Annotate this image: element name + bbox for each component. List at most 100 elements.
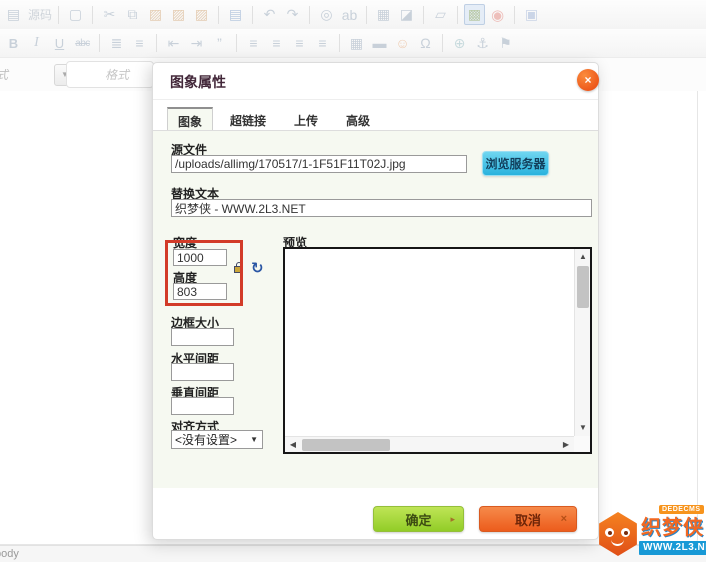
toolbar-separator: [442, 34, 443, 52]
scroll-down-icon[interactable]: ▼: [575, 420, 591, 436]
remove-format-icon[interactable]: ◪: [396, 4, 417, 25]
image-properties-dialog: 图象属性 × 图象 超链接 上传 高级 源文件 浏览服务器 替换文本 宽度 高度…: [152, 62, 599, 540]
universal-keyboard-icon[interactable]: ⊕: [449, 33, 470, 54]
toolbar-separator: [423, 6, 424, 24]
bold-icon[interactable]: B: [3, 33, 24, 54]
doc-icon[interactable]: ▤: [3, 4, 24, 25]
strikethrough-icon[interactable]: abc: [72, 33, 93, 54]
horizontal-scroll-thumb[interactable]: [302, 439, 390, 451]
style-combo[interactable]: 样式 ▼: [0, 62, 76, 87]
style-combo-value: 样式: [0, 66, 54, 83]
cut-icon[interactable]: ✂: [99, 4, 120, 25]
copy-icon[interactable]: ⧉: [122, 4, 143, 25]
toolbar-separator: [339, 34, 340, 52]
templates-icon[interactable]: ▱: [430, 4, 451, 25]
toolbar-separator: [309, 6, 310, 24]
toolbar-separator: [252, 6, 253, 24]
watermark-brand: 织梦侠: [641, 511, 704, 540]
cancel-button[interactable]: 取消 ×: [479, 506, 577, 532]
browse-server-button[interactable]: 浏览服务器: [482, 151, 549, 176]
smiley-icon[interactable]: ☺: [392, 33, 413, 54]
preview-pane[interactable]: ▲ ▼ ◀ ▶: [283, 247, 592, 454]
format-combo[interactable]: 格式: [66, 61, 154, 88]
iframe-icon[interactable]: ▣: [521, 4, 542, 25]
flag-icon[interactable]: ⚑: [495, 33, 516, 54]
toolbar-separator: [156, 34, 157, 52]
width-input[interactable]: [173, 249, 227, 266]
dialog-title: 图象属性: [170, 72, 226, 92]
lock-ratio-icon[interactable]: [234, 266, 243, 273]
underline-icon[interactable]: U: [49, 33, 70, 54]
height-input[interactable]: [173, 283, 227, 300]
chevron-down-icon: ▼: [250, 435, 262, 444]
select-all-icon[interactable]: ▦: [373, 4, 394, 25]
ok-button-label: 确定: [405, 510, 431, 529]
toolbar-separator: [236, 34, 237, 52]
table-icon[interactable]: ▦: [346, 33, 367, 54]
border-size-input[interactable]: [171, 328, 234, 346]
scroll-right-icon[interactable]: ▶: [558, 437, 574, 453]
scroll-up-icon[interactable]: ▲: [575, 249, 591, 265]
numbered-list-icon[interactable]: ≣: [106, 33, 127, 54]
hspace-input[interactable]: [171, 363, 234, 381]
vertical-scrollbar[interactable]: ▲ ▼: [574, 249, 590, 436]
vertical-scroll-thumb[interactable]: [577, 266, 589, 308]
dedecms-mascot-icon: [597, 512, 639, 556]
format-combo-value: 格式: [67, 66, 129, 83]
align-center-icon[interactable]: ≡: [266, 33, 287, 54]
ok-arrow-icon: ▸: [450, 514, 455, 525]
indent-icon[interactable]: ⇥: [186, 33, 207, 54]
print-icon[interactable]: ▤: [225, 4, 246, 25]
toolbar-row-2: BIUabc≣≡⇤⇥”≡≡≡≡▦▬☺Ω⊕⚓⚑: [0, 29, 706, 58]
horizontal-scrollbar[interactable]: ◀ ▶: [285, 436, 574, 452]
source-code-button-label: 源码: [28, 6, 52, 23]
outdent-icon[interactable]: ⇤: [163, 33, 184, 54]
flash-icon[interactable]: ◉: [487, 4, 508, 25]
toolbar-separator: [58, 6, 59, 24]
undo-icon[interactable]: ↶: [259, 4, 280, 25]
close-icon[interactable]: ×: [577, 69, 599, 91]
italic-icon[interactable]: I: [26, 33, 47, 54]
replace-icon[interactable]: ab: [339, 4, 360, 25]
alt-text-input[interactable]: [171, 199, 592, 217]
align-justify-icon[interactable]: ≡: [312, 33, 333, 54]
scroll-left-icon[interactable]: ◀: [285, 437, 301, 453]
scrollbar-corner: [574, 436, 590, 452]
toolbar-separator: [514, 6, 515, 24]
toolbar-separator: [92, 6, 93, 24]
blockquote-icon[interactable]: ”: [209, 33, 230, 54]
image-icon[interactable]: ▩: [464, 4, 485, 25]
source-code-button[interactable]: 源码: [26, 4, 52, 25]
horizontal-rule-icon[interactable]: ▬: [369, 33, 390, 54]
redo-icon[interactable]: ↷: [282, 4, 303, 25]
bulleted-list-icon[interactable]: ≡: [129, 33, 150, 54]
paste-word-icon[interactable]: ▨: [191, 4, 212, 25]
toolbar-separator: [218, 6, 219, 24]
cancel-x-icon: ×: [561, 513, 567, 525]
vspace-input[interactable]: [171, 397, 234, 415]
align-select-value: <没有设置>: [172, 431, 250, 448]
mascot-eye: [621, 528, 630, 537]
watermark-site: WWW.2L3.NET: [639, 541, 706, 555]
preview-page-icon[interactable]: ▢: [65, 4, 86, 25]
anchor-icon[interactable]: ⚓: [472, 33, 493, 54]
toolbar-separator: [366, 6, 367, 24]
paste-text-icon[interactable]: ▨: [168, 4, 189, 25]
dedecms-watermark: DEDECMS 织梦侠 WWW.2L3.NET: [597, 505, 705, 560]
editor-window: ▤源码▢✂⧉▨▨▨▤↶↷◎ab▦◪▱▩◉▣ BIUabc≣≡⇤⇥”≡≡≡≡▦▬☺…: [0, 0, 706, 562]
special-char-icon[interactable]: Ω: [415, 33, 436, 54]
toolbar-row-1: ▤源码▢✂⧉▨▨▨▤↶↷◎ab▦◪▱▩◉▣: [0, 0, 706, 29]
dialog-divider: [153, 99, 598, 100]
source-file-input[interactable]: [171, 155, 467, 173]
align-left-icon[interactable]: ≡: [243, 33, 264, 54]
mascot-eye: [605, 528, 614, 537]
cancel-button-label: 取消: [515, 510, 541, 529]
mascot-mouth: [611, 539, 624, 546]
paste-icon[interactable]: ▨: [145, 4, 166, 25]
align-select[interactable]: <没有设置> ▼: [171, 430, 263, 449]
reset-size-icon[interactable]: ↻: [251, 259, 264, 277]
align-right-icon[interactable]: ≡: [289, 33, 310, 54]
toolbar-separator: [99, 34, 100, 52]
find-icon[interactable]: ◎: [316, 4, 337, 25]
ok-button[interactable]: 确定 ▸: [373, 506, 464, 532]
